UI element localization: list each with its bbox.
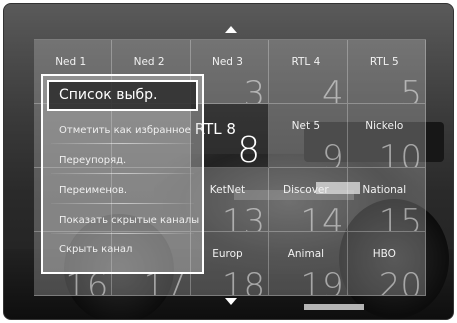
channel-name: Ned 1: [55, 56, 87, 68]
channel-number: 4: [321, 74, 344, 104]
menu-item-show-hidden[interactable]: Показать скрытые каналы: [43, 208, 202, 234]
channel-cell[interactable]: Animal 19: [269, 232, 348, 296]
menu-title-favorites-list[interactable]: Список выбр.: [47, 80, 198, 111]
channel-name: National: [362, 184, 407, 196]
channel-number: 19: [300, 266, 344, 296]
channel-cell[interactable]: National 15: [347, 168, 426, 232]
scroll-up-arrow-icon[interactable]: [225, 26, 237, 33]
channel-number: 15: [378, 202, 422, 232]
channel-cell[interactable]: HBO 20: [347, 232, 426, 296]
channel-name: Nickelo: [365, 120, 404, 132]
channel-name: RTL 5: [369, 56, 399, 68]
channel-name: HBO: [372, 248, 396, 260]
options-menu: Список выбр. Отметить как избранное Пере…: [41, 74, 204, 274]
channel-cell[interactable]: Net 59: [269, 104, 348, 168]
channel-number: 14: [300, 202, 344, 232]
channel-number: 10: [378, 138, 422, 168]
menu-item-reorder[interactable]: Переупоряд.: [43, 148, 202, 174]
channel-number: 3: [243, 74, 266, 104]
channel-number: 9: [321, 138, 344, 168]
menu-item-rename[interactable]: Переименов.: [43, 178, 202, 204]
channel-number: 20: [378, 266, 422, 296]
channel-name: Net 5: [291, 120, 321, 132]
channel-number: 18: [221, 266, 266, 296]
channel-name: Ned 3: [211, 56, 243, 68]
channel-number: 8: [237, 130, 261, 168]
channel-cell[interactable]: Discover 14: [269, 168, 348, 232]
channel-name: Discover: [283, 184, 329, 196]
channel-name: Animal: [287, 248, 325, 260]
channel-name: RTL 4: [291, 56, 321, 68]
menu-item-mark-favorite[interactable]: Отметить как избранное: [43, 118, 202, 144]
channel-number: 13: [221, 202, 266, 232]
channel-cell[interactable]: RTL 55: [347, 40, 426, 104]
channel-cell[interactable]: RTL 44: [269, 40, 348, 104]
channel-number: 5: [400, 74, 422, 104]
channel-name: Ned 2: [133, 56, 165, 68]
scroll-down-arrow-icon[interactable]: [225, 298, 237, 305]
menu-item-hide-channel[interactable]: Скрыть канал: [43, 237, 202, 263]
channel-cell[interactable]: Nickelo 10: [347, 104, 426, 168]
